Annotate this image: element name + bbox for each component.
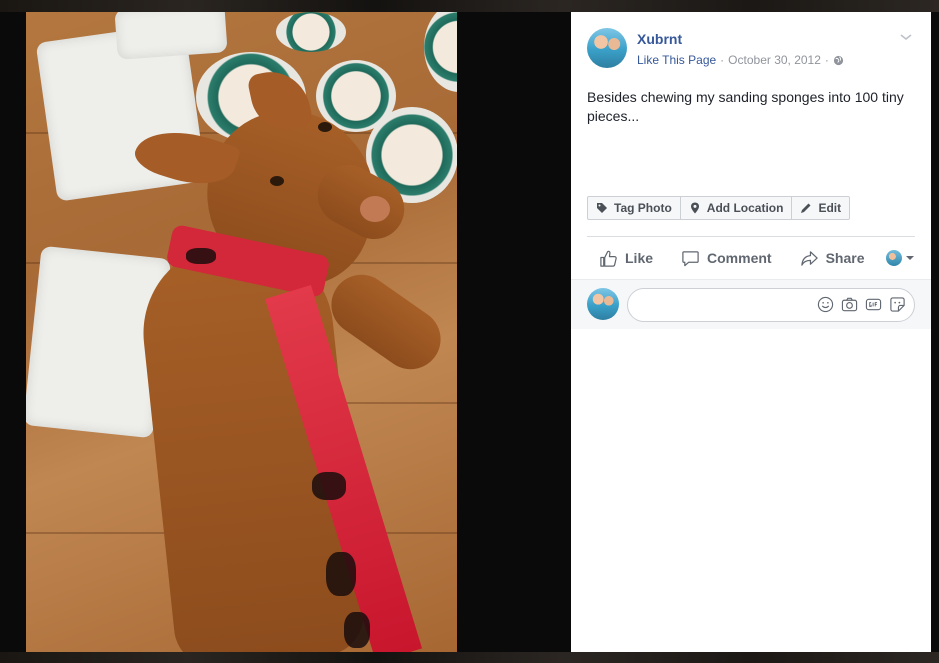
comment-label: Comment (707, 250, 772, 266)
share-button[interactable]: Share (800, 249, 865, 268)
comment-bubble-icon (682, 250, 699, 266)
sticker-icon[interactable] (889, 296, 906, 313)
thumbs-up-icon (600, 250, 617, 267)
lightbox-backdrop-bottom (0, 652, 939, 663)
actor-avatar (886, 250, 902, 266)
comment-composer (571, 279, 931, 329)
like-label: Like (625, 250, 654, 266)
comment-tools (817, 296, 906, 313)
leash-pattern (326, 552, 356, 596)
comment-input[interactable] (627, 288, 915, 322)
tag-photo-label: Tag Photo (614, 201, 672, 215)
photo-actions-bar: Tag Photo Add Location Edit (587, 196, 851, 220)
author-name[interactable]: Xubrnt (637, 31, 682, 47)
tag-icon (597, 203, 607, 213)
leash-pattern (312, 472, 346, 500)
edit-button[interactable]: Edit (792, 197, 849, 219)
emoji-icon[interactable] (817, 296, 834, 313)
share-arrow-icon (800, 250, 818, 266)
post-details-panel: Xubrnt Like This Page · October 30, 2012… (571, 12, 931, 652)
dog-nose (360, 196, 390, 222)
like-page-link[interactable]: Like This Page (637, 53, 716, 67)
meta-separator: · (824, 53, 829, 67)
add-location-button[interactable]: Add Location (681, 197, 793, 219)
white-cloth (114, 12, 228, 60)
post-date[interactable]: October 30, 2012 (728, 53, 821, 67)
dog-eye (318, 122, 332, 132)
edit-label: Edit (818, 201, 842, 215)
post-meta: Like This Page · October 30, 2012 · (637, 53, 844, 67)
actor-selector[interactable] (886, 250, 915, 266)
globe-icon[interactable] (833, 55, 844, 66)
gif-icon[interactable] (865, 296, 882, 313)
dog-leg (319, 263, 453, 381)
ufi-actions: Like Comment Share (587, 242, 915, 274)
like-button[interactable]: Like (599, 249, 653, 268)
sponge-tub (424, 12, 457, 92)
sponge-tub (276, 12, 346, 52)
post-text: Besides chewing my sanding sponges into … (587, 89, 904, 124)
collar-pattern (186, 248, 216, 264)
add-location-label: Add Location (706, 201, 784, 215)
commenter-avatar (587, 288, 619, 320)
location-pin-icon (690, 202, 699, 214)
leash-pattern (344, 612, 370, 648)
pencil-icon (801, 203, 811, 213)
lightbox-backdrop-top (0, 0, 939, 12)
meta-separator: · (720, 53, 725, 67)
share-label: Share (825, 250, 865, 266)
tag-photo-button[interactable]: Tag Photo (588, 197, 681, 219)
chevron-down-icon[interactable] (899, 32, 913, 42)
dog-eye (270, 176, 284, 186)
divider (587, 236, 915, 237)
author-avatar[interactable] (587, 28, 627, 68)
post-photo[interactable] (26, 12, 457, 652)
comment-button[interactable]: Comment (681, 249, 772, 268)
camera-icon[interactable] (841, 296, 858, 313)
caret-down-icon (906, 256, 914, 260)
